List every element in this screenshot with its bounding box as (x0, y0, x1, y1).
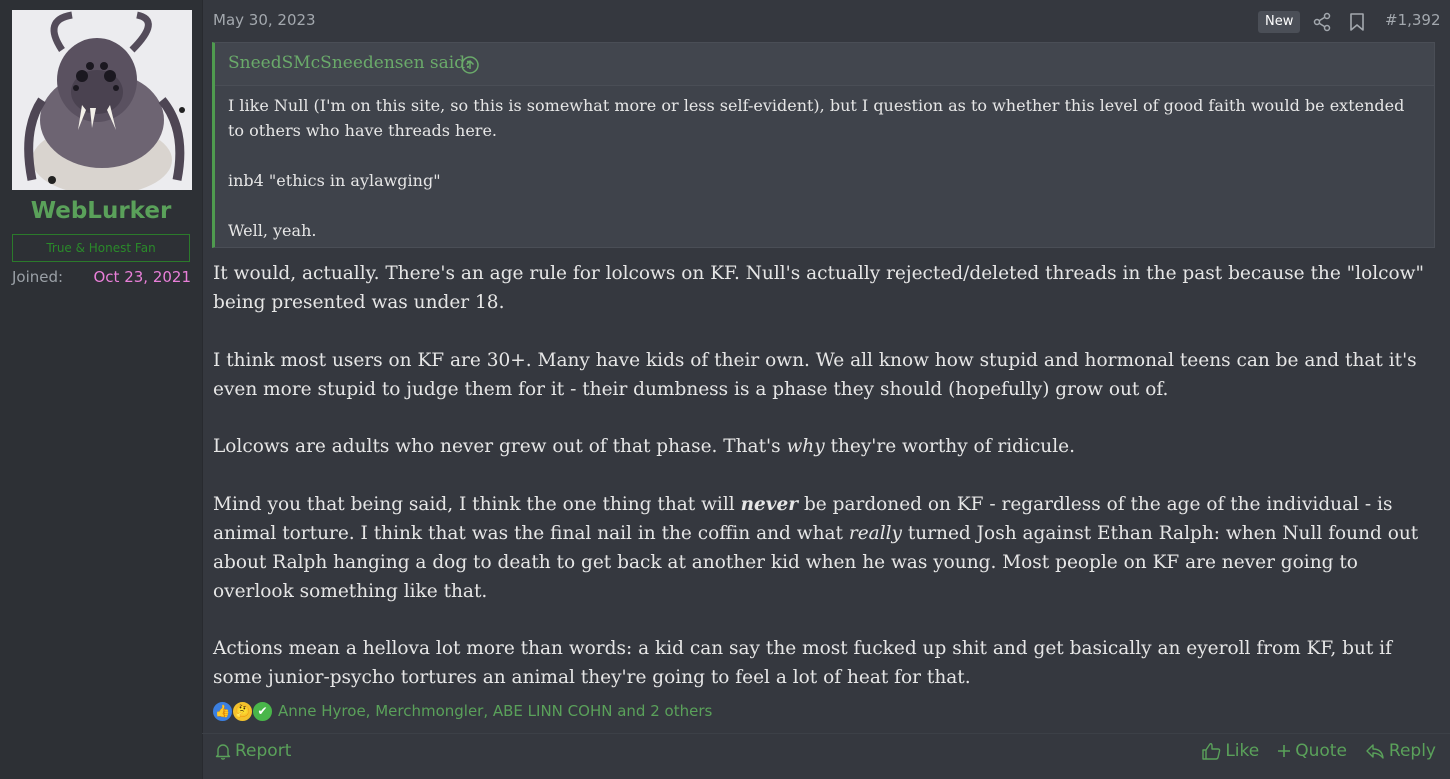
new-badge: New (1258, 11, 1301, 33)
report-button[interactable]: Report (215, 741, 291, 761)
reply-label: Reply (1388, 741, 1436, 761)
post-body: It would, actually. There's an age rule … (213, 259, 1441, 721)
username[interactable]: WebLurker (0, 198, 202, 224)
post-actions: Like Quote Reply (1201, 741, 1436, 761)
body-text: Mind you that being said, I think the on… (213, 493, 741, 515)
bookmark-icon[interactable] (1348, 12, 1366, 32)
share-icon[interactable] (1312, 12, 1332, 32)
post-number[interactable]: #1,392 (1385, 11, 1441, 29)
joined-date: Oct 23, 2021 (93, 268, 192, 286)
reaction-users[interactable]: Anne Hyroe, Merchmongler, ABE LINN COHN … (278, 702, 712, 720)
spider-creature-avatar-image (12, 10, 192, 190)
forum-post: WebLurker True & Honest Fan Joined: Oct … (0, 0, 1450, 779)
jump-to-quote-icon[interactable] (460, 55, 480, 75)
quote-paragraph: I like Null (I'm on this site, so this i… (228, 96, 1405, 140)
footer-divider (202, 733, 1450, 734)
user-title: True & Honest Fan (12, 234, 190, 262)
bell-icon (215, 744, 231, 760)
body-text: Lolcows are adults who never grew out of… (213, 436, 787, 457)
body-paragraph: It would, actually. There's an age rule … (213, 263, 1425, 313)
joined-label: Joined: (12, 268, 64, 286)
user-sidebar: WebLurker True & Honest Fan Joined: Oct … (0, 0, 203, 779)
post-date[interactable]: May 30, 2023 (213, 11, 316, 29)
reply-arrow-icon (1366, 744, 1384, 759)
quote-paragraph: inb4 "ethics in aylawging" (228, 171, 441, 190)
quote-button[interactable]: Quote (1277, 741, 1347, 761)
body-paragraph: Lolcows are adults who never grew out of… (213, 432, 1441, 461)
quote-author[interactable]: SneedSMcSneedensen said: (228, 53, 471, 73)
like-button[interactable]: Like (1201, 741, 1259, 761)
body-strong-emphasis: never (740, 493, 799, 515)
thumbs-up-icon (1202, 743, 1221, 760)
quote-label: Quote (1295, 741, 1347, 761)
like-icon: 👍 (212, 700, 233, 722)
like-label: Like (1225, 741, 1260, 761)
agree-icon: ✔ (252, 700, 273, 722)
post-main: May 30, 2023 New #1,392 SneedSMcSneedens… (202, 0, 1450, 779)
plus-icon (1278, 745, 1291, 757)
quote-paragraph: Well, yeah. (228, 221, 317, 240)
body-emphasis: why (786, 436, 825, 457)
thinking-icon: 🤔 (232, 700, 253, 722)
body-emphasis: really (848, 522, 902, 544)
user-avatar[interactable] (12, 10, 192, 190)
quote-body: I like Null (I'm on this site, so this i… (228, 93, 1418, 268)
reply-button[interactable]: Reply (1365, 741, 1436, 761)
reactions-bar[interactable]: 👍 🤔 ✔ Anne Hyroe, Merchmongler, ABE LINN… (212, 699, 712, 723)
body-paragraph: Actions mean a hellova lot more than wor… (213, 638, 1392, 688)
body-text: they're worthy of ridicule. (824, 436, 1075, 457)
body-paragraph: I think most users on KF are 30+. Many h… (213, 349, 1417, 400)
quote-block: SneedSMcSneedensen said: I like Null (I'… (212, 42, 1435, 248)
report-label: Report (235, 741, 292, 761)
body-paragraph: Mind you that being said, I think the on… (213, 490, 1441, 606)
